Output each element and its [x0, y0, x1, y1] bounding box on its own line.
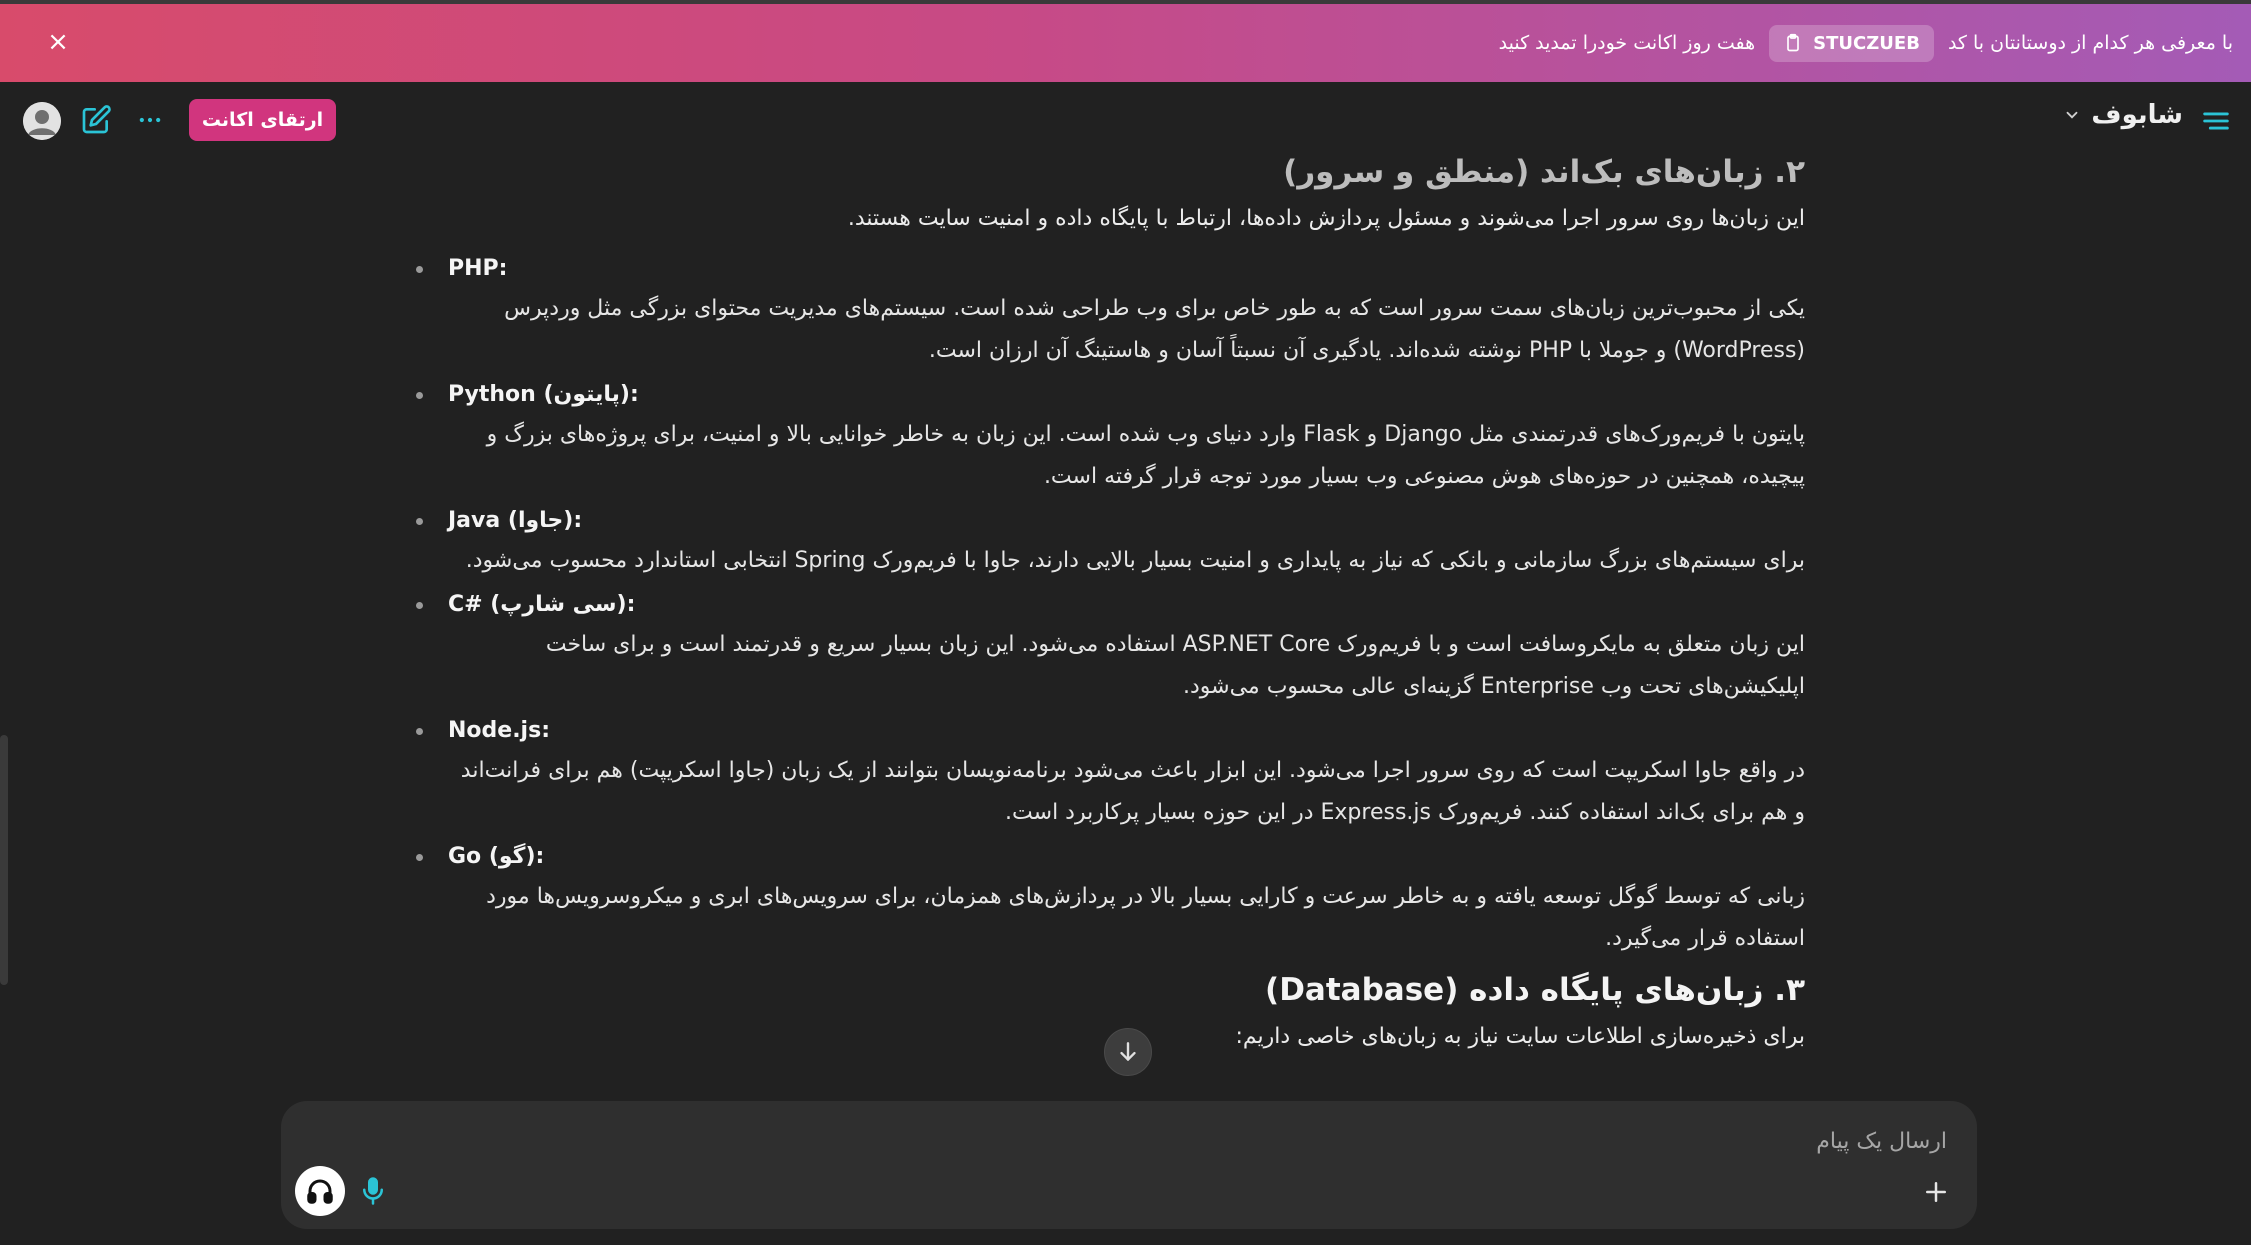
sidebar-scrollbar[interactable] — [0, 735, 8, 985]
list-item: PHP: یکی از محبوب‌ترین زبان‌های سمت سرور… — [400, 250, 1805, 372]
list-item-title: Go (گو): — [400, 838, 1805, 876]
close-icon[interactable]: × — [44, 28, 72, 56]
top-header: شابوف ارتقای اکانت — [0, 82, 2251, 160]
section-2-intro: این زبان‌ها روی سرور اجرا می‌شوند و مسئو… — [847, 206, 1805, 231]
scroll-to-bottom-button[interactable] — [1104, 1028, 1152, 1076]
list-item-body: برای سیستم‌های بزرگ سازمانی و بانکی که ن… — [465, 548, 1805, 573]
referral-code: STUCZUEB — [1813, 32, 1920, 54]
chevron-down-icon — [2066, 111, 2078, 119]
list-item: C# (سی شارپ): این زبان متعلق به مایکروسا… — [400, 586, 1805, 708]
banner-text-before: با معرفی هر کدام از دوستانتان با کد — [1947, 32, 2233, 54]
arrow-down-icon — [1120, 1042, 1136, 1061]
list-item: Go (گو): زبانی که توسط گوگل توسعه یافته … — [400, 838, 1805, 960]
list-item-title: C# (سی شارپ): — [400, 586, 1805, 624]
mic-icon[interactable] — [358, 1176, 388, 1206]
list-item-title: Python (پایتون): — [400, 376, 1805, 414]
list-item-body: این زبان متعلق به مایکروسافت است و با فر… — [545, 632, 1805, 699]
edit-icon[interactable] — [80, 104, 112, 136]
list-item-title: PHP: — [400, 250, 1805, 288]
voice-mode-button[interactable] — [295, 1166, 345, 1216]
referral-code-chip[interactable]: STUCZUEB — [1769, 24, 1934, 62]
list-item: Node.js: در واقع جاوا اسکریپت است که روی… — [400, 712, 1805, 834]
list-item-title: Node.js: — [400, 712, 1805, 750]
list-item-body: در واقع جاوا اسکریپت است که روی سرور اجر… — [460, 758, 1805, 825]
list-item: Java (جاوا): برای سیستم‌های بزرگ سازمانی… — [400, 502, 1805, 582]
user-icon — [23, 102, 61, 140]
list-item: Python (پایتون): پایتون با فریم‌ورک‌های … — [400, 376, 1805, 498]
banner-text-after: هفت روز اکانت خودرا تمدید کنید — [1498, 32, 1756, 54]
list-item-title: Java (جاوا): — [400, 502, 1805, 540]
headphones-icon — [307, 1179, 333, 1204]
promo-banner: با معرفی هر کدام از دوستانتان با کد STUC… — [0, 4, 2251, 82]
model-selector[interactable]: شابوف — [2063, 100, 2183, 130]
banner-text: با معرفی هر کدام از دوستانتان با کد STUC… — [1498, 24, 2233, 62]
list-item-body: یکی از محبوب‌ترین زبان‌های سمت سرور است … — [504, 296, 1805, 363]
message-input[interactable] — [747, 1121, 1947, 1161]
section-2-title: ۲. زبان‌های بک‌اند (منطق و سرور) — [1283, 154, 1805, 190]
section-3-title: ۳. زبان‌های پایگاه داده (Database) — [1265, 972, 1805, 1008]
plus-icon[interactable] — [1921, 1177, 1951, 1207]
backend-languages-list: PHP: یکی از محبوب‌ترین زبان‌های سمت سرور… — [400, 250, 1805, 960]
message-composer — [281, 1101, 1977, 1229]
clipboard-icon — [1787, 33, 1800, 52]
brand-name: شابوف — [2091, 100, 2183, 130]
menu-icon[interactable] — [2199, 104, 2233, 138]
message-content: ۲. زبان‌های بک‌اند (منطق و سرور) این زبا… — [400, 150, 1805, 1080]
list-item-body: زبانی که توسط گوگل توسعه یافته و به خاطر… — [486, 884, 1805, 951]
section-3-intro: برای ذخیره‌سازی اطلاعات سایت نیاز به زبا… — [1235, 1024, 1805, 1049]
upgrade-account-button[interactable]: ارتقای اکانت — [189, 99, 336, 141]
list-item-body: پایتون با فریم‌ورک‌های قدرتمندی مثل Djan… — [486, 422, 1805, 489]
more-horizontal-icon[interactable] — [136, 106, 164, 134]
avatar[interactable] — [23, 102, 61, 140]
